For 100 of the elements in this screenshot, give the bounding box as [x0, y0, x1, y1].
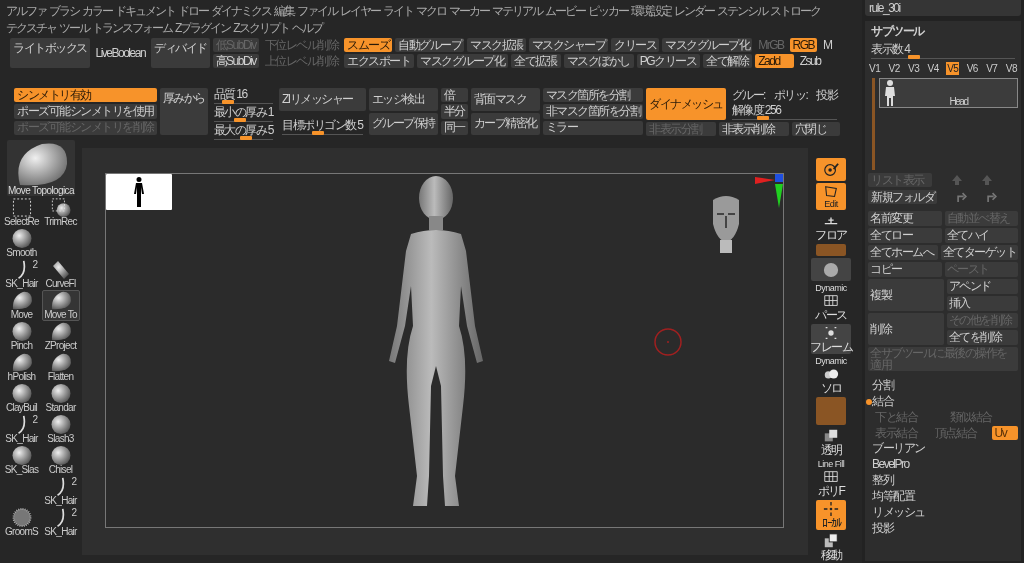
menu-entry[interactable]: 均等配置 — [872, 489, 914, 504]
toolbar-button[interactable]: 全てハイ — [944, 228, 1018, 243]
menu-item[interactable]: ドキュメント — [115, 3, 175, 20]
menu-item[interactable]: ヘルプ — [291, 20, 322, 37]
list-button[interactable]: 新規フォルダ — [868, 190, 937, 204]
brush-item[interactable]: ClayBuil — [2, 383, 41, 414]
menu-item[interactable]: ストローク — [770, 3, 820, 20]
brush-item[interactable]: GroomS — [2, 507, 41, 538]
version-tab[interactable]: V7 — [985, 62, 999, 75]
menu-item[interactable]: ブラシ — [49, 3, 79, 20]
toolbar-button[interactable]: 穴閉じ — [791, 122, 841, 136]
arrow-turn-icon[interactable] — [987, 192, 997, 202]
view-tool-button[interactable] — [811, 258, 851, 281]
menu-entry[interactable]: 投影 — [872, 521, 893, 536]
toolbar-button[interactable]: マスクぼかし — [563, 54, 634, 68]
toolbar-button[interactable]: 全てターゲット — [940, 245, 1018, 260]
brush-item[interactable]: SK_Hair 2 — [2, 414, 41, 445]
menu-entry[interactable]: 分割 — [872, 378, 893, 393]
menu-item[interactable]: レイヤー — [340, 3, 380, 20]
toolbar-button[interactable]: 全て解除 — [703, 54, 753, 68]
brush-item[interactable]: hPolish — [2, 352, 41, 383]
subtool-item[interactable]: Head — [879, 78, 1018, 108]
toolbar-button[interactable]: アペンド — [946, 279, 1018, 294]
menu-item[interactable]: マテリアル — [492, 3, 542, 20]
menu-item[interactable]: トランスフォーム — [92, 20, 172, 37]
toolbar-button[interactable]: 倍 — [440, 88, 468, 103]
toolbar-button[interactable]: 厚みから — [159, 88, 208, 135]
menu-item[interactable]: カラー — [82, 3, 112, 20]
toolbar-button[interactable]: スムーズ — [344, 38, 393, 52]
toolbar-button[interactable]: 挿入 — [946, 296, 1018, 311]
view-tool-button[interactable]: フレーム — [811, 324, 851, 354]
toolbar-button[interactable]: 半分 — [440, 104, 468, 119]
option-label[interactable]: ポリッ: — [770, 88, 811, 102]
brush-item[interactable]: Move — [2, 290, 41, 321]
view-tool-button[interactable]: ﾛｰｶﾙ — [816, 500, 846, 530]
arrow-turn-icon[interactable] — [957, 192, 967, 202]
brush-item[interactable]: SelectRe — [2, 197, 41, 228]
toolbar-button[interactable]: 背面マスク — [470, 88, 540, 111]
slider-thumb[interactable] — [240, 136, 253, 140]
toolbar-button[interactable]: コピー — [868, 262, 942, 277]
view-tool-button[interactable]: Edit — [816, 183, 846, 210]
toolbar-button[interactable]: PGクリース — [636, 54, 701, 68]
brush-item[interactable]: Chisel — [41, 445, 80, 476]
brush-item[interactable]: CurveFl — [41, 259, 80, 290]
version-tab[interactable]: V4 — [926, 62, 940, 75]
menu-entry[interactable]: 結合 — [872, 394, 893, 409]
toolbar-button[interactable]: カーブ精密化 — [470, 112, 540, 135]
menu-item[interactable]: 環境設定 — [631, 3, 671, 20]
slider[interactable]: 最小の厚み 1 — [210, 106, 276, 122]
menu-item[interactable]: ダイナミクス — [211, 3, 271, 20]
view-tool-button[interactable] — [816, 158, 846, 181]
option-label[interactable]: 投影 — [813, 88, 841, 102]
toolbar-button[interactable]: 削除 — [868, 313, 944, 345]
toolbar-button[interactable]: マスクシャープ — [528, 38, 609, 52]
toolbar-button[interactable]: エッジ検出 — [368, 88, 438, 111]
toolbar-button[interactable]: 高SubDiv — [212, 54, 259, 68]
menu-entry[interactable]: BevelPro — [872, 457, 909, 472]
toolbar-button[interactable]: クリース — [611, 38, 660, 52]
view-tool-button[interactable]: 透明 — [811, 427, 851, 457]
slider-thumb[interactable] — [757, 116, 770, 120]
menu-entry[interactable]: 整列 — [872, 473, 893, 488]
menu-item[interactable]: 編集 — [274, 3, 294, 20]
brush-item[interactable]: Slash3 — [41, 414, 80, 445]
menu-item[interactable]: テクスチャ — [6, 20, 56, 37]
toolbar-button[interactable]: 自動グループ — [395, 38, 465, 52]
option-label[interactable]: LiveBoolean — [92, 38, 149, 68]
menu-item[interactable]: ツール — [59, 20, 89, 37]
toolbar-button[interactable]: 非表示削除 — [718, 122, 789, 136]
brush-item[interactable]: Standar — [41, 383, 80, 414]
toolbar-button[interactable]: グループ保持 — [368, 112, 438, 135]
menu-item[interactable]: マクロ — [416, 3, 446, 20]
toolbar-button[interactable]: 全てロー — [868, 228, 942, 243]
toolbar-button[interactable]: ポーズ可能シンメトリを使用 — [14, 104, 157, 119]
slider-thumb[interactable] — [222, 100, 235, 104]
brush-item[interactable]: Pinch — [2, 321, 41, 352]
version-tab[interactable]: V2 — [887, 62, 901, 75]
option-label[interactable]: M — [820, 38, 835, 52]
version-tab[interactable]: V6 — [965, 62, 979, 75]
menu-entry[interactable]: リメッシュ — [872, 505, 925, 520]
slider[interactable]: 解像度 256 — [728, 104, 841, 120]
menu-entry[interactable]: ブーリアン — [872, 441, 925, 456]
view-tool-button[interactable]: フロア — [811, 212, 851, 242]
version-tab[interactable]: V3 — [907, 62, 921, 75]
toolbar-button[interactable]: 名前変更 — [868, 211, 942, 226]
toolbar-button[interactable]: Zadd — [755, 54, 794, 68]
slider[interactable]: 目標ポリゴン数 5 — [279, 112, 366, 135]
slider-thumb[interactable] — [908, 55, 921, 59]
toolbar-button[interactable]: マスクグループ化 — [417, 54, 509, 68]
brush-item[interactable]: ZProject — [41, 321, 80, 352]
tool-name-field[interactable]: rule_30i — [865, 0, 1021, 16]
toolbar-button[interactable]: 全てを削除 — [946, 330, 1018, 345]
brush-item[interactable]: SK_Hair 2 — [41, 507, 80, 538]
slider[interactable]: 表示数 4 — [868, 43, 1018, 59]
option-label[interactable]: Zsub — [796, 54, 835, 68]
toolbar-button[interactable]: ライトボックス — [10, 38, 90, 68]
toolbar-button[interactable]: エクスポート — [344, 54, 415, 68]
toolbar-button[interactable]: 全てホームへ — [868, 245, 938, 260]
menu-item[interactable]: ピッカー — [588, 3, 628, 20]
view-tool-button[interactable]: Dynamic ソロ — [811, 356, 851, 395]
view-tool-button[interactable]: Line Fill ポリF — [811, 459, 851, 498]
